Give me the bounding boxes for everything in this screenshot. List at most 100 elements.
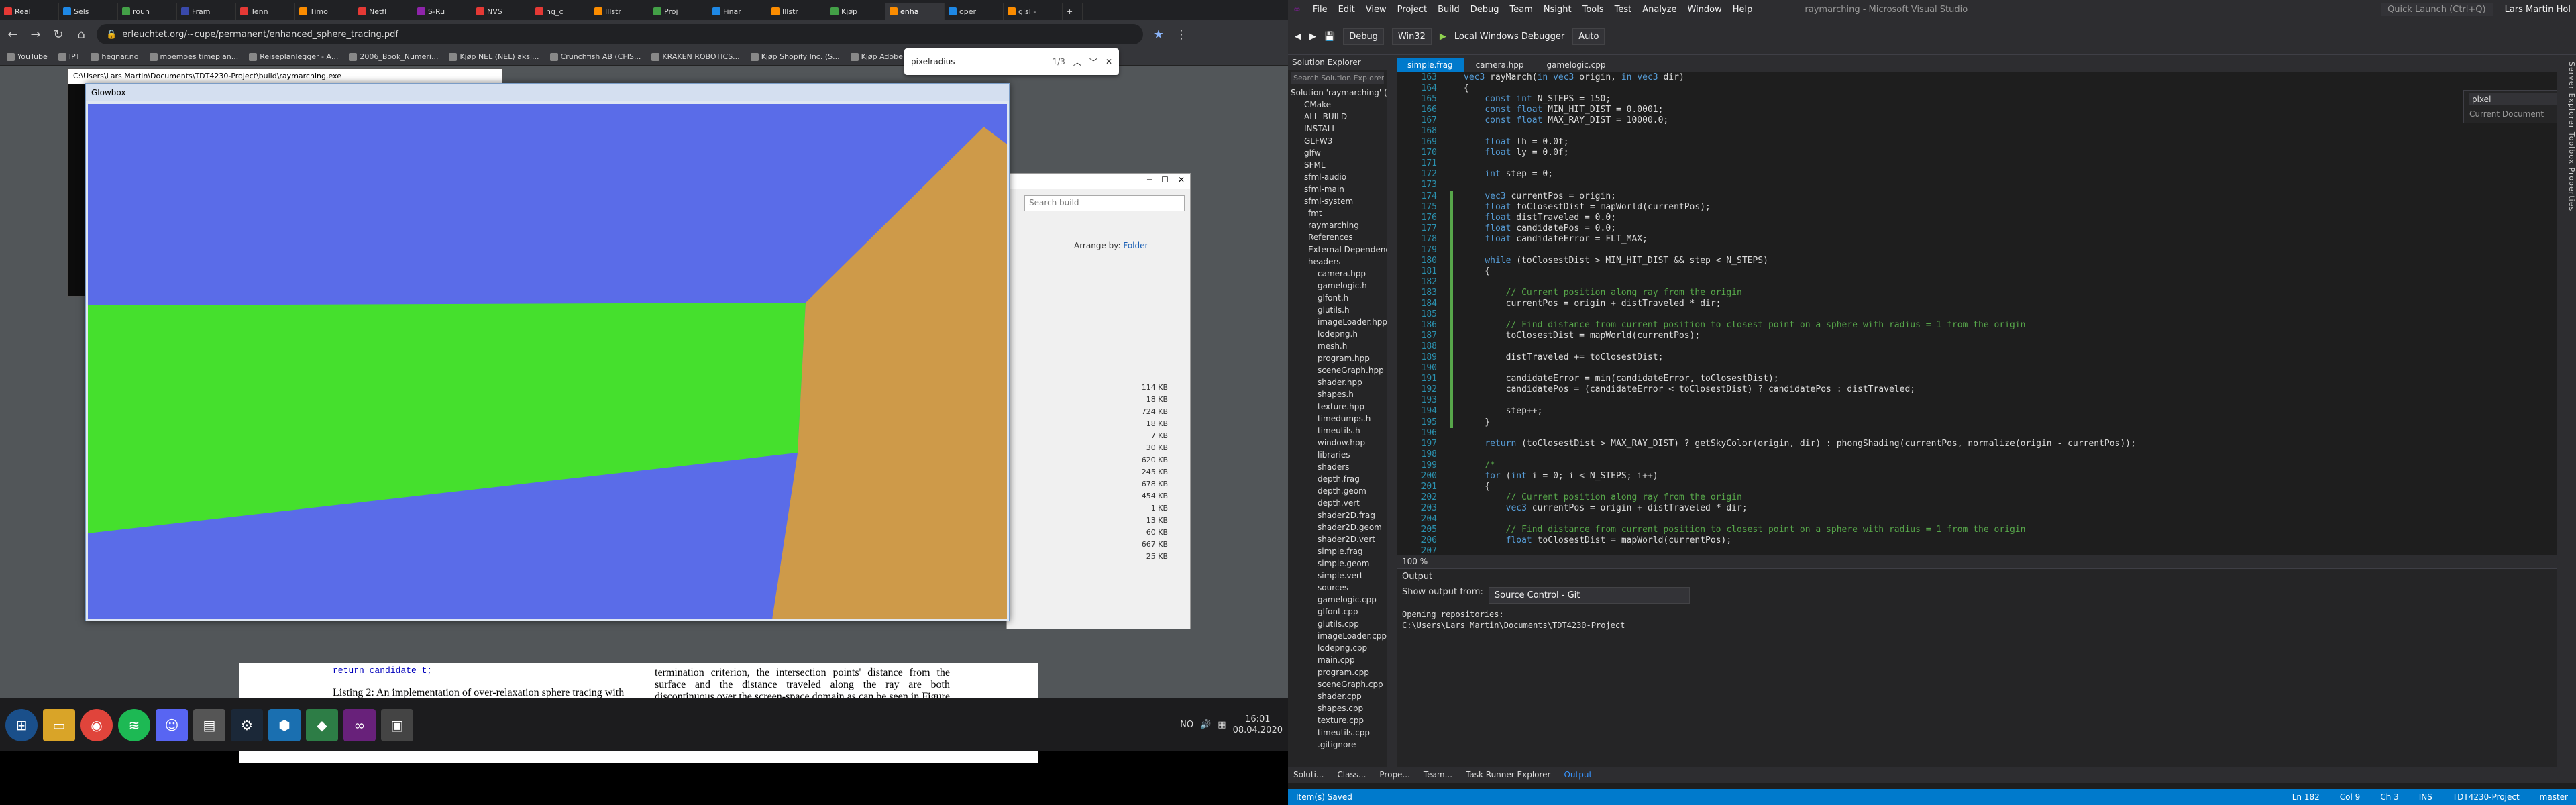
menu-item[interactable]: View	[1366, 5, 1387, 15]
terminal-icon[interactable]: ▤	[193, 708, 225, 741]
start-icon[interactable]: ⊞	[5, 708, 38, 741]
solution-tree-item[interactable]: depth.vert	[1288, 497, 1387, 509]
network-icon[interactable]: ▦	[1218, 720, 1226, 730]
find-close-icon[interactable]: ✕	[1106, 57, 1112, 66]
home-icon[interactable]: ⌂	[74, 28, 89, 42]
new-tab-icon[interactable]: +	[1063, 3, 1083, 20]
browser-tab[interactable]: Real	[0, 3, 59, 20]
reload-icon[interactable]: ↻	[51, 28, 66, 42]
bookmark-item[interactable]: Reiseplanlegger - A...	[249, 52, 338, 61]
arrange-by[interactable]: Arrange by: Folder	[1007, 241, 1190, 250]
minimize-icon[interactable]: ─	[1147, 175, 1152, 187]
config-dropdown[interactable]: Debug	[1343, 28, 1384, 45]
solution-tree-item[interactable]: timedumps.h	[1288, 413, 1387, 425]
menu-item[interactable]: Help	[1733, 5, 1753, 15]
solution-tree-item[interactable]: SFML	[1288, 159, 1387, 171]
volume-icon[interactable]: 🔊	[1200, 720, 1211, 730]
find-input[interactable]: pixelradius	[911, 57, 1044, 66]
solution-tree-item[interactable]: main.cpp	[1288, 654, 1387, 666]
extensions-icon[interactable]: ⋮	[1174, 28, 1189, 42]
solution-tree-item[interactable]: References	[1288, 231, 1387, 244]
solution-tree-item[interactable]: headers	[1288, 256, 1387, 268]
solution-tree-item[interactable]: GLFW3	[1288, 135, 1387, 147]
solution-tree-item[interactable]: mesh.h	[1288, 340, 1387, 352]
solexp-scrollbar[interactable]	[1387, 55, 1397, 780]
menu-item[interactable]: Nsight	[1544, 5, 1572, 15]
menu-item[interactable]: Project	[1397, 5, 1427, 15]
bookmark-item[interactable]: KRAKEN ROBOTICS...	[651, 52, 740, 61]
git-icon[interactable]: ◆	[306, 708, 338, 741]
menu-item[interactable]: Debug	[1470, 5, 1499, 15]
solution-tree-item[interactable]: INSTALL	[1288, 123, 1387, 135]
solution-tree-item[interactable]: glfont.h	[1288, 292, 1387, 304]
solution-tree-item[interactable]: lodepng.h	[1288, 328, 1387, 340]
solution-tree-item[interactable]: shaders	[1288, 461, 1387, 473]
code-area[interactable]: 163 vec3 rayMarch(in vec3 origin, in vec3…	[1397, 72, 2557, 555]
forward-icon[interactable]: →	[28, 28, 43, 42]
solution-tree-item[interactable]: lodepng.cpp	[1288, 642, 1387, 654]
status-branch[interactable]: master	[2540, 792, 2568, 802]
menu-item[interactable]: File	[1313, 5, 1328, 15]
bottom-tab[interactable]: Output	[1564, 770, 1592, 780]
browser-tab[interactable]: Fram	[177, 3, 236, 20]
editor-tab[interactable]: simple.frag	[1397, 58, 1464, 72]
solution-tree-item[interactable]: sources	[1288, 582, 1387, 594]
solution-tree-item[interactable]: sceneGraph.cpp	[1288, 678, 1387, 690]
star-icon[interactable]: ★	[1151, 28, 1166, 42]
browser-tab[interactable]: Netfl	[354, 3, 413, 20]
back-icon[interactable]: ←	[5, 28, 20, 42]
browser-tab[interactable]: hg_c	[531, 3, 590, 20]
editor-tab[interactable]: camera.hpp	[1465, 58, 1535, 72]
browser-tab[interactable]: Tenn	[236, 3, 295, 20]
solution-tree-item[interactable]: External Dependencies	[1288, 244, 1387, 256]
bookmark-item[interactable]: Kjøp Shopify Inc. (S...	[750, 52, 840, 61]
bookmark-item[interactable]: moemoes timeplan...	[149, 52, 238, 61]
solution-tree-item[interactable]: simple.vert	[1288, 570, 1387, 582]
language-indicator[interactable]: NO	[1180, 720, 1193, 730]
auto-dropdown[interactable]: Auto	[1572, 28, 1605, 45]
solution-tree-item[interactable]: fmt	[1288, 207, 1387, 219]
solution-tree-item[interactable]: camera.hpp	[1288, 268, 1387, 280]
browser-tab[interactable]: Illstr	[767, 3, 826, 20]
glfw-window[interactable]: Glowbox	[85, 83, 1010, 621]
menu-item[interactable]: Edit	[1338, 5, 1355, 15]
solution-tree-item[interactable]: shader2D.frag	[1288, 509, 1387, 521]
find-next-icon[interactable]: ﹀	[1089, 56, 1097, 68]
window-icon[interactable]: ▣	[381, 708, 413, 741]
forward-nav-icon[interactable]: ▶	[1309, 32, 1316, 42]
bookmark-item[interactable]: Crunchfish AB (CFIS...	[549, 52, 641, 61]
solution-tree-item[interactable]: sceneGraph.hpp	[1288, 364, 1387, 376]
menu-item[interactable]: Build	[1438, 5, 1460, 15]
debugger-button[interactable]: Local Windows Debugger	[1454, 32, 1564, 42]
solution-tree-item[interactable]: sfml-audio	[1288, 171, 1387, 183]
render-viewport[interactable]	[88, 104, 1007, 619]
close-icon[interactable]: ✕	[1178, 175, 1185, 187]
clock[interactable]: 16:01 08.04.2020	[1233, 714, 1283, 736]
solution-tree-item[interactable]: libraries	[1288, 449, 1387, 461]
explorer-search[interactable]: Search build	[1024, 195, 1185, 211]
side-tool-strip[interactable]: Server Explorer Toolbox Properties	[2557, 55, 2576, 780]
browser-tab[interactable]: Kjøp	[826, 3, 885, 20]
platform-dropdown[interactable]: Win32	[1391, 28, 1432, 45]
browser-tab[interactable]: Timo	[295, 3, 354, 20]
solution-tree-item[interactable]: window.hpp	[1288, 437, 1387, 449]
vs-user[interactable]: Lars Martin Hol	[2505, 5, 2571, 15]
menu-item[interactable]: Test	[1615, 5, 1632, 15]
solution-tree-item[interactable]: program.cpp	[1288, 666, 1387, 678]
solution-tree-item[interactable]: glutils.h	[1288, 304, 1387, 316]
browser-tab[interactable]: oper	[945, 3, 1004, 20]
discord-icon[interactable]: ☺	[156, 708, 188, 741]
quick-launch[interactable]: Quick Launch (Ctrl+Q)	[2381, 3, 2493, 16]
solution-tree-item[interactable]: gamelogic.h	[1288, 280, 1387, 292]
solution-tree-item[interactable]: simple.geom	[1288, 557, 1387, 570]
menu-item[interactable]: Team	[1510, 5, 1533, 15]
menu-item[interactable]: Tools	[1582, 5, 1604, 15]
bookmark-item[interactable]: YouTube	[7, 52, 48, 61]
bottom-tab[interactable]: Team...	[1424, 770, 1452, 780]
solution-tree-item[interactable]: .gitignore	[1288, 739, 1387, 751]
chrome-icon[interactable]: ◉	[80, 708, 113, 741]
browser-tab[interactable]: enha	[885, 3, 945, 20]
steam-icon[interactable]: ⚙	[231, 708, 263, 741]
solution-tree-item[interactable]: imageLoader.cpp	[1288, 630, 1387, 642]
solution-tree-item[interactable]: sfml-main	[1288, 183, 1387, 195]
